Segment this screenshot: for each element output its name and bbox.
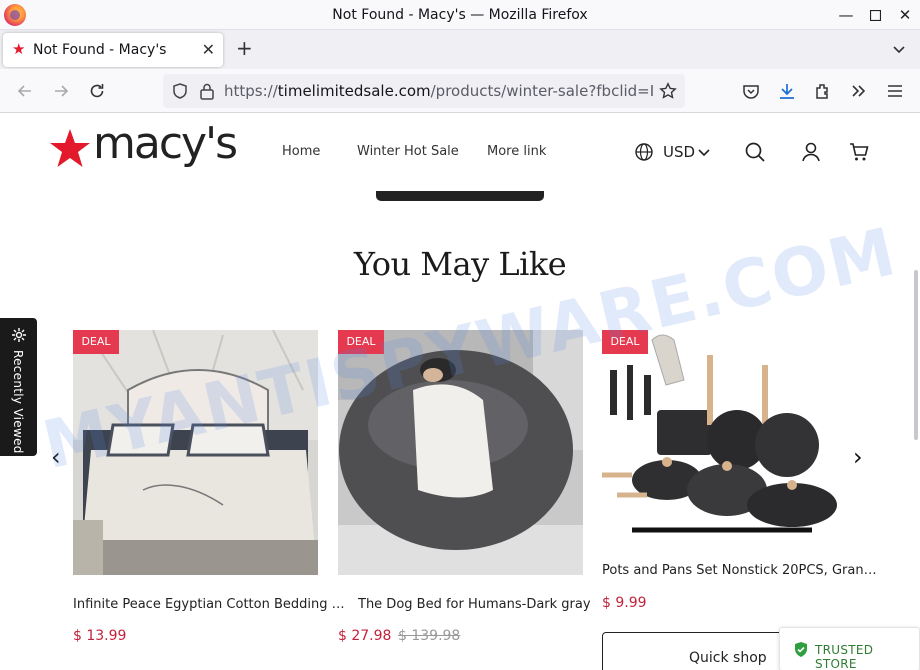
deal-badge: DEAL: [602, 330, 648, 354]
nav-winter-hot-sale-link[interactable]: Winter Hot Sale: [357, 144, 459, 159]
tab-title: Not Found - Macy's: [33, 42, 167, 58]
product-original-price: $ 139.98: [398, 628, 461, 644]
cart-icon[interactable]: [848, 141, 870, 163]
extensions-icon[interactable]: [813, 81, 833, 101]
product-price: $ 9.99: [602, 595, 647, 611]
product-name[interactable]: The Dog Bed for Humans-Dark gray: [358, 597, 591, 612]
more-tools-chevron-icon[interactable]: [849, 81, 869, 101]
deal-badge: DEAL: [73, 330, 119, 354]
macys-logo-text[interactable]: macy's: [93, 118, 238, 169]
hamburger-menu-icon[interactable]: [885, 81, 905, 101]
page-content: macy's Home Winter Hot Sale More link US…: [0, 113, 920, 670]
url-bar[interactable]: https://timelimitedsale.com/products/win…: [163, 74, 685, 108]
close-tab-icon[interactable]: ✕: [202, 40, 215, 59]
trusted-store-label: TRUSTED STORE: [815, 643, 874, 670]
forward-icon[interactable]: [51, 81, 71, 101]
product-price: $ 13.99: [73, 628, 127, 644]
chevron-down-icon[interactable]: [698, 148, 710, 158]
window-title: Not Found - Macy's — Mozilla Firefox: [332, 7, 588, 23]
bookmark-star-icon[interactable]: [659, 82, 677, 100]
recently-viewed-icon: [12, 328, 26, 342]
pocket-icon[interactable]: [741, 81, 761, 101]
product-image-dog-bed[interactable]: DEAL: [338, 330, 583, 575]
maximize-button[interactable]: [860, 0, 890, 30]
quick-shop-label: Quick shop: [689, 650, 767, 666]
new-tab-button[interactable]: +: [236, 38, 253, 58]
currency-selector[interactable]: USD: [663, 143, 695, 161]
list-all-tabs-icon[interactable]: [892, 42, 906, 56]
account-icon[interactable]: [800, 141, 822, 163]
product-price: $ 27.98: [338, 628, 392, 644]
product-image-bedding[interactable]: DEAL: [73, 330, 318, 575]
shield-icon[interactable]: [171, 82, 189, 100]
nav-more-link[interactable]: More link: [487, 144, 546, 159]
navigation-toolbar: https://timelimitedsale.com/products/win…: [0, 69, 920, 113]
carousel-next-arrow-icon[interactable]: ›: [853, 443, 863, 471]
globe-icon[interactable]: [634, 142, 654, 162]
product-name[interactable]: Infinite Peace Egyptian Cotton Bedding …: [73, 597, 345, 612]
window-titlebar: Not Found - Macy's — Mozilla Firefox — ✕: [0, 0, 920, 30]
reload-icon[interactable]: [87, 81, 107, 101]
url-text[interactable]: https://timelimitedsale.com/products/win…: [224, 82, 654, 100]
shield-check-icon: [795, 642, 807, 657]
minimize-button[interactable]: —: [831, 0, 861, 30]
nav-home-link[interactable]: Home: [282, 144, 320, 159]
trusted-store-badge[interactable]: TRUSTED STORE: [779, 627, 920, 670]
carousel-prev-arrow-icon[interactable]: ‹: [51, 443, 61, 471]
deal-badge: DEAL: [338, 330, 384, 354]
recently-viewed-tab[interactable]: Recently Viewed: [0, 318, 37, 456]
tab-active[interactable]: ★ Not Found - Macy's ✕: [3, 33, 223, 67]
recently-viewed-label: Recently Viewed: [11, 350, 25, 454]
macys-star-favicon-icon: ★: [12, 40, 26, 58]
product-name[interactable]: Pots and Pans Set Nonstick 20PCS, Gran…: [602, 563, 877, 578]
page-scrollbar[interactable]: [914, 270, 918, 440]
back-icon[interactable]: [15, 81, 35, 101]
product-image-pots-and-pans[interactable]: DEAL: [602, 330, 847, 575]
search-icon[interactable]: [744, 141, 766, 163]
cut-off-dark-button[interactable]: [376, 191, 544, 201]
downloads-icon[interactable]: [777, 81, 797, 101]
lock-icon[interactable]: [199, 82, 215, 100]
section-title: You May Like: [353, 245, 567, 283]
tab-strip: ★ Not Found - Macy's ✕ +: [0, 30, 920, 69]
macys-star-logo-icon[interactable]: [49, 128, 91, 168]
close-window-button[interactable]: ✕: [890, 0, 920, 30]
